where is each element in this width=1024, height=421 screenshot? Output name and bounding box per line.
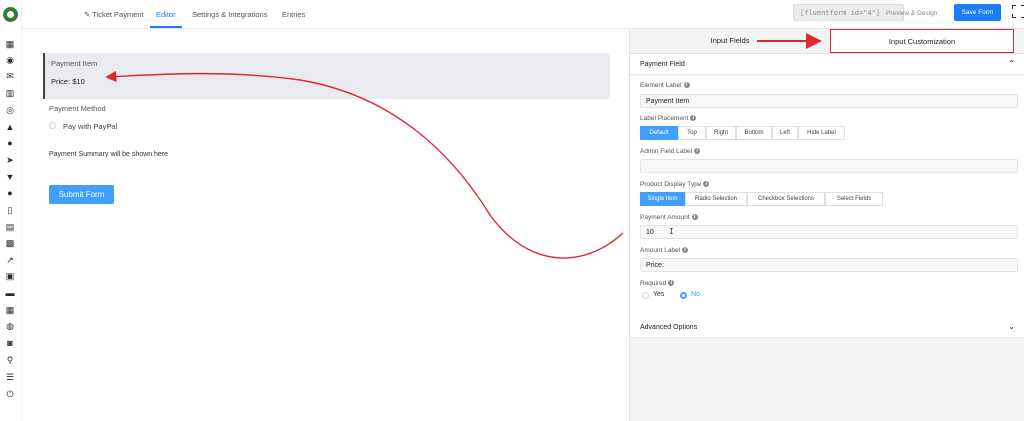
section-title: Payment Field <box>640 61 685 68</box>
fullscreen-icon[interactable] <box>1012 5 1024 18</box>
whatsapp-icon[interactable]: ◎ <box>5 106 15 115</box>
display-type-text: Product Display Type <box>640 181 702 188</box>
chevron-down-icon: ⌄ <box>1008 322 1015 331</box>
payment-amount-value: 10 <box>646 229 654 236</box>
payment-method-label: Payment Method <box>49 104 106 113</box>
tab-input-customization[interactable]: Input Customization <box>830 29 1014 53</box>
label-placement-heading: Label Placement i <box>640 115 697 122</box>
required-text: Required <box>640 280 667 287</box>
admin-label-heading: Admin Field Label i <box>640 148 701 155</box>
text-cursor-icon: I <box>669 227 674 236</box>
element-label-input[interactable]: Payment Item <box>640 94 1018 108</box>
send-icon[interactable]: ➤ <box>5 156 15 165</box>
store-icon[interactable]: ▣ <box>5 272 15 281</box>
payment-amount-input[interactable]: 10 I <box>640 225 1018 239</box>
search-icon[interactable]: ⚲ <box>5 356 15 365</box>
info-icon: i <box>683 82 690 89</box>
chevron-up-icon: ⌃ <box>1008 59 1015 68</box>
graduation-cap-icon[interactable]: ▲ <box>5 123 15 132</box>
left-sidebar: ▦ ◉ ✉ ▥ ◎ ▲ ● ➤ ▼ ● ▯ ▤ ▩ ↗ ▣ ▬ ▦ ◍ ◙ ⚲ ☰ ⏻ <box>0 0 22 421</box>
calendar-icon[interactable]: ▦ <box>5 306 15 315</box>
settings-panel: Input Fields Input Customization Payment… <box>629 29 1024 421</box>
paypal-option-label: Pay with PayPal <box>63 122 118 131</box>
dashboard-icon[interactable]: ▦ <box>5 40 15 49</box>
required-heading: Required i <box>640 280 675 287</box>
save-form-button[interactable]: Save Form <box>954 4 1001 21</box>
display-single-item-button[interactable]: Single Item <box>640 192 685 206</box>
info-icon: i <box>691 214 698 221</box>
display-checkbox-selections-button[interactable]: Checkbox Selections <box>747 192 825 206</box>
tab-form-title[interactable]: ✎ Ticket Payment <box>84 10 144 19</box>
shortcode-text: [fluentform id="4"] <box>800 9 881 17</box>
payment-item-field[interactable]: Payment Item Price: $10 <box>43 53 610 99</box>
required-no-label: No <box>691 291 700 298</box>
globe-icon[interactable]: ● <box>5 189 15 198</box>
envelope-icon[interactable]: ✉ <box>5 72 15 81</box>
info-icon: i <box>703 181 710 188</box>
sliders-icon[interactable]: ☰ <box>5 373 15 382</box>
admin-label-text: Admin Field Label <box>640 148 693 155</box>
paypal-radio[interactable] <box>49 122 56 129</box>
archive-icon[interactable]: ▬ <box>5 289 15 298</box>
advanced-options-section-header[interactable]: Advanced Options ⌄ <box>630 317 1024 338</box>
table-icon[interactable]: ▩ <box>5 239 15 248</box>
app-logo[interactable] <box>3 7 18 22</box>
filter-icon[interactable]: ▼ <box>5 173 15 182</box>
display-select-fields-button[interactable]: Select Fields <box>825 192 883 206</box>
tab-editor[interactable]: Editor <box>156 10 176 19</box>
placement-bottom-button[interactable]: Bottom <box>736 126 772 140</box>
line-chart-icon[interactable]: ↗ <box>5 256 15 265</box>
required-no-radio[interactable] <box>680 292 687 299</box>
payment-field-section-body: Element Label i Payment Item Label Placem… <box>630 76 1024 317</box>
payment-item-price: Price: $10 <box>51 77 85 86</box>
payment-item-label: Payment Item <box>51 59 98 68</box>
placement-right-button[interactable]: Right <box>706 126 736 140</box>
tab-entries[interactable]: Entries <box>282 10 305 19</box>
preview-design-button[interactable]: Preview & Design <box>886 10 937 17</box>
placement-left-button[interactable]: Left <box>772 126 798 140</box>
bar-chart-icon[interactable]: ▥ <box>5 89 15 98</box>
document-icon[interactable]: ▤ <box>5 223 15 232</box>
palette-icon[interactable]: ◍ <box>5 322 15 331</box>
users-icon[interactable]: ● <box>5 139 15 148</box>
tab-settings-integrations[interactable]: Settings & Integrations <box>192 10 267 19</box>
form-title-label: Ticket Payment <box>92 10 144 19</box>
top-bar: ✎ Ticket Payment Editor Settings & Integ… <box>22 0 1024 29</box>
payment-amount-text: Payment Amount <box>640 214 690 221</box>
display-radio-selection-button[interactable]: Radio Selection <box>685 192 747 206</box>
element-label-text: Element Label <box>640 82 682 89</box>
file-icon[interactable]: ▯ <box>5 206 15 215</box>
payment-field-section-header[interactable]: Payment Field ⌃ <box>630 54 1024 75</box>
advanced-options-title: Advanced Options <box>640 324 698 331</box>
eye-icon[interactable]: ◉ <box>5 56 15 65</box>
active-tab-underline <box>150 26 182 28</box>
placement-hide-label-button[interactable]: Hide Label <box>798 126 845 140</box>
info-icon: i <box>690 115 697 122</box>
info-icon: i <box>694 148 701 155</box>
label-placement-text: Label Placement <box>640 115 689 122</box>
amount-label-text: Amount Label <box>640 247 681 254</box>
payment-amount-heading: Payment Amount i <box>640 214 698 221</box>
payment-summary-text: Payment Summary will be shown here <box>49 151 169 158</box>
admin-label-input[interactable] <box>640 159 1018 173</box>
info-icon: i <box>682 247 689 254</box>
element-label-heading: Element Label i <box>640 82 690 89</box>
required-yes-radio[interactable] <box>642 292 649 299</box>
placement-default-button[interactable]: Default <box>640 126 678 140</box>
info-icon: i <box>668 280 675 287</box>
submit-form-button[interactable]: Submit Form <box>49 185 114 204</box>
amount-label-input[interactable]: Price: <box>640 258 1018 272</box>
placement-top-button[interactable]: Top <box>678 126 706 140</box>
display-type-heading: Product Display Type i <box>640 181 710 188</box>
tab-input-fields[interactable]: Input Fields <box>630 29 830 53</box>
chat-icon[interactable]: ◙ <box>5 339 15 348</box>
amount-label-heading: Amount Label i <box>640 247 689 254</box>
form-canvas: Payment Item Price: $10 Payment Method P… <box>22 29 629 421</box>
required-yes-label: Yes <box>653 291 665 298</box>
power-icon[interactable]: ⏻ <box>5 390 15 399</box>
